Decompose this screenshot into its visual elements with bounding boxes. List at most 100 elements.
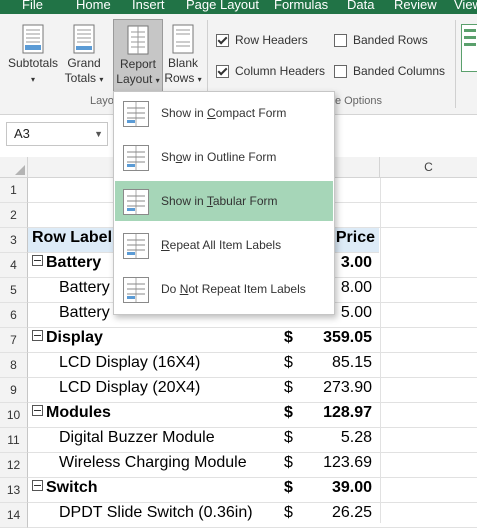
tab-view[interactable]: View bbox=[454, 0, 477, 12]
column-header-c[interactable]: C bbox=[380, 157, 477, 178]
label-suffix: epeat All Item Labels bbox=[169, 238, 282, 252]
collapse-icon[interactable] bbox=[32, 255, 43, 266]
name-box[interactable]: A3 ▼ bbox=[6, 122, 108, 146]
tab-page-layout[interactable]: Page Layout bbox=[186, 0, 259, 12]
currency-symbol: $ bbox=[284, 329, 293, 346]
table-row[interactable]: Switch $39.00 bbox=[28, 478, 477, 503]
tab-insert[interactable]: Insert bbox=[132, 0, 165, 12]
table-row[interactable]: Digital Buzzer Module $5.28 bbox=[28, 428, 477, 453]
row-header[interactable]: 7 bbox=[0, 328, 28, 353]
layout-group-label: Layo bbox=[90, 95, 114, 107]
row-header[interactable]: 1 bbox=[0, 178, 28, 203]
row-label-text: Switch bbox=[46, 479, 98, 496]
select-all-corner[interactable] bbox=[0, 157, 28, 178]
row-header[interactable]: 9 bbox=[0, 378, 28, 403]
menu-item-outline-form[interactable]: Show in Outline Form bbox=[115, 137, 333, 177]
chevron-down-icon: ▾ bbox=[197, 75, 202, 84]
row-header[interactable]: 12 bbox=[0, 453, 28, 478]
menu-item-label: Show in Compact Form bbox=[161, 106, 286, 120]
group-divider bbox=[455, 20, 456, 108]
tab-formulas[interactable]: Formulas bbox=[274, 0, 328, 12]
tabular-form-icon bbox=[123, 189, 149, 215]
menu-item-label: Show in Tabular Form bbox=[161, 194, 278, 208]
label-prefix: Sh bbox=[161, 150, 176, 164]
table-row[interactable]: DPDT Slide Switch (0.36in) $26.25 bbox=[28, 503, 477, 528]
row-label-text: DPDT Slide Switch (0.36in) bbox=[59, 504, 253, 521]
pivot-style-thumbnail[interactable] bbox=[461, 24, 477, 72]
subtotals-button[interactable]: Subtotals ▾ bbox=[6, 24, 60, 104]
row-label-text: Wireless Charging Module bbox=[59, 454, 247, 471]
table-row[interactable]: LCD Display (16X4) $85.15 bbox=[28, 353, 477, 378]
collapse-icon[interactable] bbox=[32, 480, 43, 491]
row-label-cell: Row Label bbox=[32, 229, 112, 247]
row-headers-checkbox[interactable]: Row Headers bbox=[216, 33, 308, 47]
checkbox-box bbox=[334, 33, 347, 47]
row-label-text: Display bbox=[46, 329, 103, 346]
row-label-cell: Digital Buzzer Module bbox=[59, 429, 215, 447]
price-value: 85.15 bbox=[331, 354, 372, 371]
row-header[interactable]: 11 bbox=[0, 428, 28, 453]
table-row[interactable]: Wireless Charging Module $123.69 bbox=[28, 453, 477, 478]
column-headers-checkbox[interactable]: Column Headers bbox=[216, 64, 325, 78]
table-row[interactable]: LCD Display (20X4) $273.90 bbox=[28, 378, 477, 403]
style-options-group-label: yle Options bbox=[327, 95, 383, 107]
table-row[interactable]: Display $359.05 bbox=[28, 328, 477, 353]
menu-item-tabular-form[interactable]: Show in Tabular Form bbox=[115, 181, 333, 221]
row-header[interactable]: 3 bbox=[0, 228, 28, 253]
row-label-text: Battery bbox=[59, 304, 110, 321]
tab-home[interactable]: Home bbox=[76, 0, 111, 12]
report-layout-label-1: Report bbox=[119, 57, 157, 71]
banded-columns-checkbox[interactable]: Banded Columns bbox=[334, 64, 445, 78]
chevron-down-icon: ▼ bbox=[94, 129, 103, 139]
blank-rows-icon bbox=[172, 24, 194, 54]
row-label-cell: Battery bbox=[59, 304, 110, 322]
banded-rows-label: Banded Rows bbox=[353, 33, 428, 47]
row-headers-label: Row Headers bbox=[235, 33, 308, 47]
banded-columns-label: Banded Columns bbox=[353, 64, 446, 78]
report-layout-button[interactable]: Report Layout ▾ bbox=[113, 19, 163, 99]
row-header[interactable]: 14 bbox=[0, 503, 28, 528]
price-value: 39.00 bbox=[331, 479, 372, 496]
row-label-cell: Display bbox=[32, 329, 103, 347]
label-suffix: abular Form bbox=[212, 194, 278, 208]
row-header[interactable]: 8 bbox=[0, 353, 28, 378]
grand-totals-button[interactable]: Grand Totals ▾ bbox=[62, 24, 106, 104]
row-header[interactable]: 13 bbox=[0, 478, 28, 503]
subtotals-label: Subtotals bbox=[7, 56, 59, 70]
price-value: 3.00 bbox=[340, 254, 372, 271]
row-header[interactable]: 5 bbox=[0, 278, 28, 303]
row-label-cell: Battery bbox=[32, 254, 101, 272]
row-label-text: LCD Display (20X4) bbox=[59, 379, 201, 396]
tab-review[interactable]: Review bbox=[394, 0, 437, 12]
banded-rows-checkbox[interactable]: Banded Rows bbox=[334, 33, 428, 47]
currency-symbol: $ bbox=[284, 504, 293, 521]
label-suffix: ompact Form bbox=[215, 106, 287, 120]
row-header[interactable]: 2 bbox=[0, 203, 28, 228]
collapse-icon[interactable] bbox=[32, 330, 43, 341]
ribbon-tab-bar: File Home Insert Page Layout Formulas Da… bbox=[0, 0, 477, 14]
label-suffix: w in Outline Form bbox=[182, 150, 277, 164]
row-header[interactable]: 10 bbox=[0, 403, 28, 428]
row-label-text: Modules bbox=[46, 404, 111, 421]
menu-item-no-repeat-item-labels[interactable]: Do Not Repeat Item Labels bbox=[115, 269, 333, 309]
collapse-icon[interactable] bbox=[32, 405, 43, 416]
row-header[interactable]: 6 bbox=[0, 303, 28, 328]
blank-rows-label-2: Rows bbox=[164, 71, 195, 85]
menu-item-repeat-item-labels[interactable]: Repeat All Item Labels bbox=[115, 225, 333, 265]
tab-file[interactable]: File bbox=[22, 0, 43, 12]
price-value: 128.97 bbox=[323, 404, 372, 421]
tab-data[interactable]: Data bbox=[347, 0, 374, 12]
grand-totals-icon bbox=[73, 24, 95, 54]
grand-totals-label-2: Totals bbox=[64, 71, 96, 85]
row-header[interactable]: 4 bbox=[0, 253, 28, 278]
currency-symbol: $ bbox=[284, 404, 293, 421]
label-prefix: Show in bbox=[161, 194, 207, 208]
row-label-cell: Switch bbox=[32, 479, 98, 497]
price-value: 5.00 bbox=[340, 304, 372, 321]
menu-item-label: Show in Outline Form bbox=[161, 150, 276, 164]
chevron-down-icon: ▾ bbox=[99, 75, 104, 84]
blank-rows-label-1: Blank bbox=[167, 56, 199, 70]
table-row[interactable]: Modules $128.97 bbox=[28, 403, 477, 428]
menu-item-compact-form[interactable]: Show in Compact Form bbox=[115, 93, 333, 133]
price-value: 5.28 bbox=[340, 429, 372, 446]
